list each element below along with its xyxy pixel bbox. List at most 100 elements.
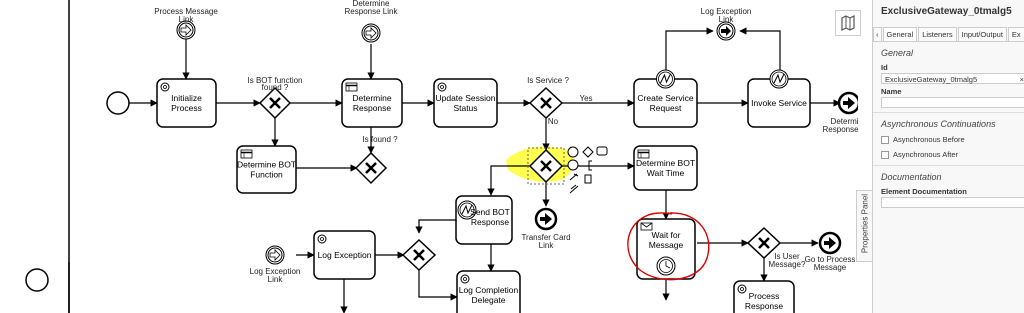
label-no: No bbox=[548, 117, 559, 126]
link-event-icon[interactable] bbox=[265, 245, 285, 265]
tab-listeners[interactable]: Listeners bbox=[918, 27, 957, 41]
task-t9[interactable]: Wait forMessage bbox=[636, 218, 696, 280]
tab-input-output[interactable]: Input/Output bbox=[957, 27, 1007, 41]
task-label: Function bbox=[250, 170, 283, 180]
timer-icon bbox=[656, 256, 676, 276]
element-documentation-field[interactable] bbox=[881, 197, 1024, 208]
tab-general[interactable]: General bbox=[882, 27, 918, 41]
tab-scroll-left[interactable]: ‹ bbox=[873, 27, 882, 41]
label-yes: Yes bbox=[579, 94, 592, 103]
append-intermediate-event-icon[interactable] bbox=[567, 159, 579, 171]
label-determine-response-link-top: Response Link bbox=[345, 7, 399, 16]
connect-icon[interactable] bbox=[569, 184, 579, 194]
start-event[interactable] bbox=[106, 91, 130, 115]
tab-extensions[interactable]: Ex bbox=[1007, 27, 1024, 41]
link-end-event-icon[interactable] bbox=[534, 207, 558, 231]
task-label: Initialize bbox=[171, 93, 202, 103]
business-rule-icon bbox=[637, 149, 650, 159]
properties-panel-tab-label: Properties Panel bbox=[860, 193, 870, 254]
element-title: ExclusiveGateway_0tmalg5 bbox=[881, 6, 1012, 17]
link-end-event-icon[interactable] bbox=[837, 91, 858, 115]
minimap-toggle-button[interactable] bbox=[835, 10, 861, 36]
task-t10[interactable]: Log Exception bbox=[313, 230, 376, 280]
properties-panel: ExclusiveGateway_0tmalg5 ‹ General Liste… bbox=[872, 0, 1024, 313]
label-transfer-card-link: Link bbox=[539, 241, 555, 250]
task-t7[interactable]: Send BOTResponse bbox=[455, 195, 513, 245]
async-after-checkbox[interactable]: Asynchronous After bbox=[873, 146, 1024, 161]
async-before-label: Asynchronous Before bbox=[893, 135, 965, 144]
task-label: Update Session bbox=[435, 93, 495, 103]
task-t6[interactable]: Determine BOTFunction bbox=[236, 145, 297, 194]
task-label: Message bbox=[649, 240, 684, 250]
task-layer: InitializeProcessDetermineResponseUpdate… bbox=[156, 69, 811, 313]
map-icon bbox=[841, 15, 855, 31]
service-call-icon bbox=[656, 69, 675, 89]
wrench-icon[interactable] bbox=[569, 173, 579, 181]
task-label: Request bbox=[650, 103, 682, 113]
context-pad[interactable] bbox=[567, 146, 608, 194]
label-is-user-message: Message? bbox=[769, 260, 806, 269]
start-event-lower[interactable] bbox=[25, 268, 49, 292]
name-label: Name bbox=[881, 87, 902, 96]
checkbox-icon bbox=[881, 150, 889, 159]
append-end-event-icon[interactable] bbox=[567, 146, 579, 158]
delete-icon[interactable] bbox=[584, 174, 592, 184]
name-field[interactable] bbox=[881, 97, 1024, 108]
append-task-icon[interactable] bbox=[596, 146, 608, 156]
clear-icon[interactable]: × bbox=[1020, 74, 1024, 85]
task-label: Determine BOT bbox=[237, 160, 296, 170]
task-label: Log Exception bbox=[318, 250, 372, 260]
properties-tabs: ‹ General Listeners Input/Output Ex bbox=[873, 27, 1024, 42]
task-label: Invoke Service bbox=[751, 98, 807, 108]
bpmn-canvas[interactable]: Initialize Process Determine Response Update… bbox=[0, 0, 858, 313]
exclusive-gateway-icon[interactable] bbox=[401, 238, 437, 272]
append-gateway-icon[interactable] bbox=[582, 146, 594, 158]
async-before-checkbox[interactable]: Asynchronous Before bbox=[873, 131, 1024, 146]
task-label: Determine BOT bbox=[636, 158, 695, 168]
task-t1[interactable]: InitializeProcess bbox=[156, 78, 217, 128]
task-label: Response bbox=[353, 103, 392, 113]
business-rule-icon bbox=[240, 149, 253, 159]
task-t2[interactable]: DetermineResponse bbox=[341, 78, 403, 128]
id-label: Id bbox=[881, 63, 888, 72]
task-label: Response bbox=[745, 301, 784, 311]
task-label: Send BOT bbox=[470, 207, 510, 217]
bpmn-diagram[interactable]: InitializeProcessDetermineResponseUpdate… bbox=[0, 0, 858, 313]
task-t3[interactable]: Update SessionStatus bbox=[433, 78, 498, 128]
task-t5[interactable]: Invoke Service bbox=[747, 69, 811, 128]
label-determine-response-link-end: Response Link bbox=[823, 125, 858, 134]
task-label: Process bbox=[171, 103, 202, 113]
element-documentation-label: Element Documentation bbox=[881, 187, 967, 196]
label-is-found: Is found ? bbox=[362, 135, 398, 144]
general-heading: General bbox=[881, 48, 914, 58]
id-field[interactable]: ExclusiveGateway_0tmalg5 × bbox=[881, 73, 1024, 84]
task-label: Create Service bbox=[637, 93, 693, 103]
business-rule-icon bbox=[345, 82, 358, 92]
label-is-bot-function-found: found ? bbox=[262, 83, 289, 92]
task-t8[interactable]: Determine BOTWait Time bbox=[633, 145, 698, 191]
service-call-icon bbox=[769, 69, 789, 89]
link-event-icon[interactable] bbox=[716, 21, 736, 41]
task-label: Process bbox=[749, 291, 780, 301]
task-label: Delegate bbox=[471, 295, 505, 305]
task-t11[interactable]: Log CompletionDelegate bbox=[456, 270, 521, 313]
properties-panel-toggle[interactable]: Properties Panel bbox=[856, 190, 872, 262]
documentation-heading: Documentation bbox=[881, 172, 942, 182]
exclusive-gateway-icon[interactable] bbox=[528, 86, 564, 120]
task-label: Status bbox=[453, 103, 477, 113]
task-label: Wait Time bbox=[647, 168, 685, 178]
link-end-event-icon[interactable] bbox=[818, 231, 842, 255]
id-value: ExclusiveGateway_0tmalg5 bbox=[885, 75, 978, 84]
async-heading: Asynchronous Continuations bbox=[881, 119, 996, 129]
task-t4[interactable]: Create ServiceRequest bbox=[633, 69, 698, 128]
link-event-icon[interactable] bbox=[361, 23, 381, 43]
task-label: Wait for bbox=[652, 230, 681, 240]
task-t12[interactable]: ProcessResponse bbox=[733, 280, 795, 313]
label-log-exception-link-top: Link bbox=[719, 15, 735, 24]
message-icon bbox=[640, 222, 653, 231]
task-label: Response bbox=[471, 217, 510, 227]
task-label: Determine bbox=[352, 93, 391, 103]
exclusive-gateway-icon[interactable] bbox=[354, 151, 388, 185]
label-log-exception-link-left: Link bbox=[268, 275, 284, 284]
exclusive-gateway-icon[interactable] bbox=[258, 86, 292, 120]
